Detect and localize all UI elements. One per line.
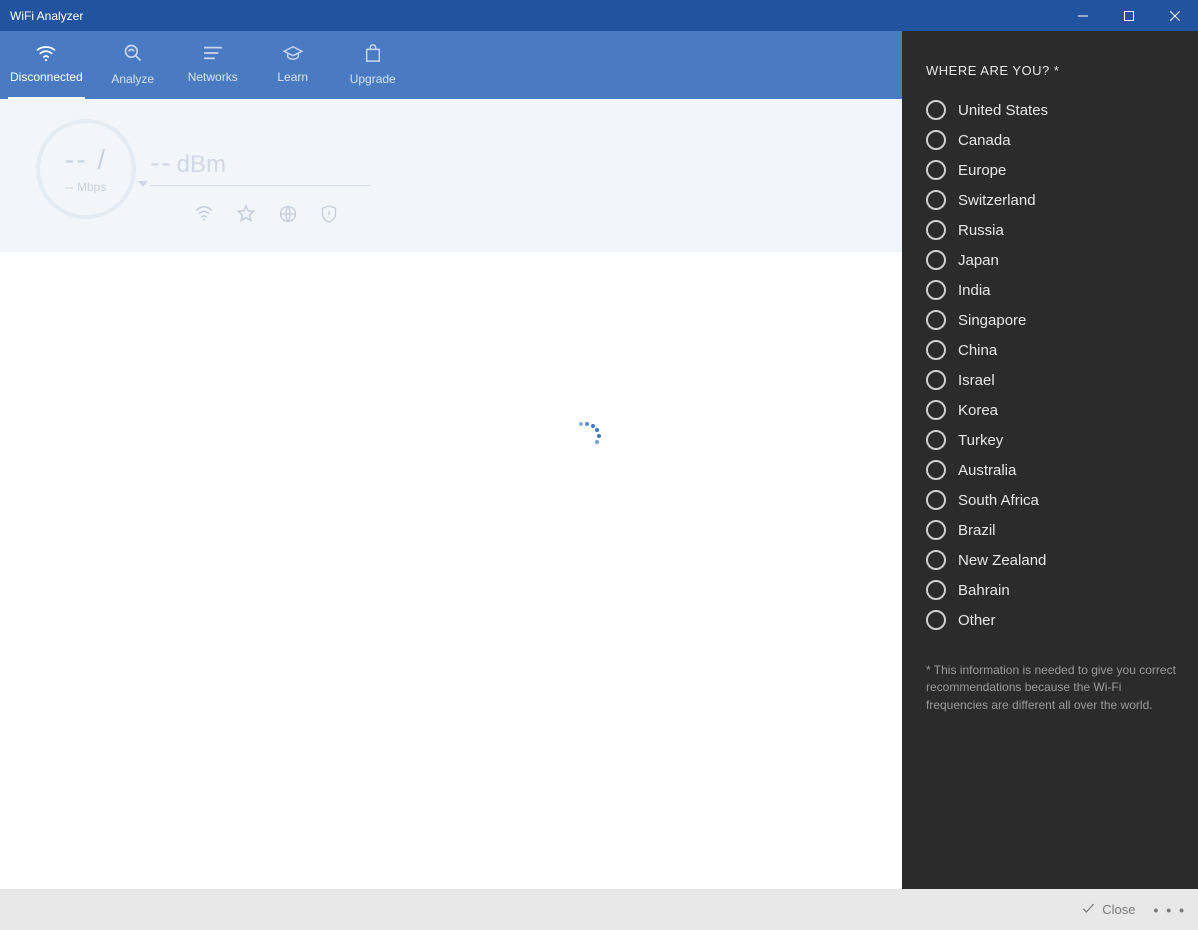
location-side-panel: WHERE ARE YOU? * United States Canada Euro… — [902, 31, 1198, 889]
location-option-label: Korea — [958, 402, 998, 419]
location-option-label: United States — [958, 102, 1048, 119]
radio-circle-icon — [926, 370, 946, 390]
status-mini-icons — [194, 204, 370, 229]
location-option-label: Japan — [958, 252, 999, 269]
graduation-cap-icon — [282, 45, 304, 64]
location-option[interactable]: Israel — [926, 370, 1180, 390]
tab-label: Analyze — [111, 72, 154, 86]
speed-gauge: -- / -- Mbps — [36, 119, 136, 219]
radio-circle-icon — [926, 430, 946, 450]
signal-strength-icon[interactable] — [194, 204, 214, 229]
side-panel-note: * This information is needed to give you… — [926, 662, 1180, 714]
location-option[interactable]: Europe — [926, 160, 1180, 180]
globe-icon[interactable] — [278, 204, 298, 229]
signal-unit: dBm — [177, 151, 226, 179]
minimize-button[interactable] — [1060, 0, 1106, 31]
location-option-label: Switzerland — [958, 192, 1036, 209]
location-option[interactable]: New Zealand — [926, 550, 1180, 570]
close-window-button[interactable] — [1152, 0, 1198, 31]
radio-circle-icon — [926, 400, 946, 420]
side-panel-heading: WHERE ARE YOU? * — [926, 63, 1180, 78]
magnifier-icon — [123, 43, 143, 66]
tab-networks[interactable]: Networks — [173, 31, 253, 99]
location-option-label: Other — [958, 612, 996, 629]
signal-value: -- — [150, 147, 173, 179]
location-option-label: Europe — [958, 162, 1006, 179]
window-controls — [1060, 0, 1198, 31]
tab-learn[interactable]: Learn — [253, 31, 333, 99]
close-button[interactable]: Close — [1080, 900, 1135, 919]
radio-circle-icon — [926, 310, 946, 330]
location-option-label: Bahrain — [958, 582, 1010, 599]
list-icon — [202, 45, 224, 64]
radio-circle-icon — [926, 340, 946, 360]
radio-circle-icon — [926, 280, 946, 300]
tab-upgrade[interactable]: Upgrade — [333, 31, 413, 99]
location-option[interactable]: Korea — [926, 400, 1180, 420]
tab-label: Networks — [188, 70, 238, 84]
signal-dropdown[interactable] — [150, 185, 370, 186]
tab-label: Upgrade — [350, 72, 396, 86]
location-option-label: South Africa — [958, 492, 1039, 509]
loading-spinner-icon — [565, 422, 601, 458]
radio-circle-icon — [926, 580, 946, 600]
star-icon[interactable] — [236, 204, 256, 229]
location-option-label: India — [958, 282, 991, 299]
more-icon: • • • — [1154, 902, 1186, 918]
titlebar: WiFi Analyzer — [0, 0, 1198, 31]
radio-circle-icon — [926, 460, 946, 480]
location-option-label: Brazil — [958, 522, 996, 539]
maximize-button[interactable] — [1106, 0, 1152, 31]
location-option-label: Singapore — [958, 312, 1026, 329]
location-option[interactable]: South Africa — [926, 490, 1180, 510]
location-option[interactable]: Switzerland — [926, 190, 1180, 210]
location-option[interactable]: Australia — [926, 460, 1180, 480]
location-radio-list: United States Canada Europe Switzerland Russ… — [926, 100, 1180, 630]
window-title: WiFi Analyzer — [0, 9, 1060, 23]
radio-circle-icon — [926, 100, 946, 120]
tab-analyze[interactable]: Analyze — [93, 31, 173, 99]
radio-circle-icon — [926, 130, 946, 150]
tab-disconnected[interactable]: Disconnected — [0, 31, 93, 99]
location-option[interactable]: India — [926, 280, 1180, 300]
radio-circle-icon — [926, 250, 946, 270]
location-option[interactable]: Canada — [926, 130, 1180, 150]
wifi-icon — [35, 45, 57, 64]
location-option[interactable]: Brazil — [926, 520, 1180, 540]
gauge-main-value: -- / — [65, 144, 107, 176]
location-option[interactable]: Bahrain — [926, 580, 1180, 600]
radio-circle-icon — [926, 550, 946, 570]
radio-circle-icon — [926, 160, 946, 180]
location-option[interactable]: Russia — [926, 220, 1180, 240]
tab-label: Disconnected — [10, 70, 83, 84]
location-option-label: Russia — [958, 222, 1004, 239]
tab-label: Learn — [277, 70, 308, 84]
location-option[interactable]: Other — [926, 610, 1180, 630]
radio-circle-icon — [926, 490, 946, 510]
signal-block: -- dBm — [150, 147, 370, 229]
location-option-label: Australia — [958, 462, 1016, 479]
location-option[interactable]: Singapore — [926, 310, 1180, 330]
location-option[interactable]: China — [926, 340, 1180, 360]
location-option[interactable]: United States — [926, 100, 1180, 120]
location-option-label: New Zealand — [958, 552, 1046, 569]
location-option-label: Israel — [958, 372, 995, 389]
location-option[interactable]: Turkey — [926, 430, 1180, 450]
shopping-bag-icon — [364, 43, 382, 66]
location-option-label: Canada — [958, 132, 1011, 149]
shield-icon[interactable] — [320, 204, 338, 229]
radio-circle-icon — [926, 610, 946, 630]
radio-circle-icon — [926, 220, 946, 240]
location-option-label: Turkey — [958, 432, 1003, 449]
checkmark-icon — [1080, 900, 1096, 919]
close-button-label: Close — [1102, 902, 1135, 917]
location-option[interactable]: Japan — [926, 250, 1180, 270]
gauge-sub-value: -- Mbps — [66, 180, 107, 194]
radio-circle-icon — [926, 520, 946, 540]
bottom-command-bar: Close • • • — [0, 889, 1198, 930]
location-option-label: China — [958, 342, 997, 359]
more-button[interactable]: • • • — [1154, 902, 1186, 918]
radio-circle-icon — [926, 190, 946, 210]
